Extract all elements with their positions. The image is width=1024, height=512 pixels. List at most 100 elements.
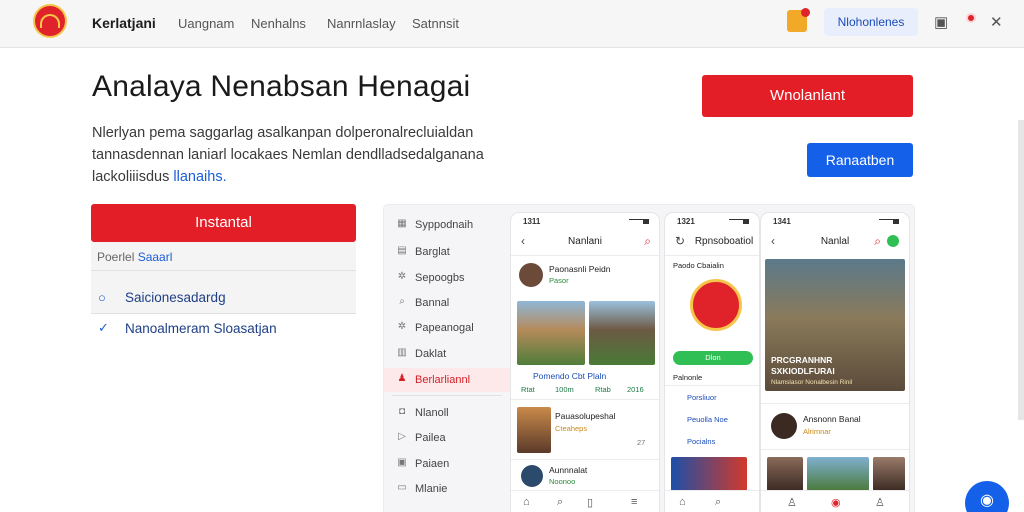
phone-screen-feed: 1311 ‹ Nanlani ⌕ Paonasnli Peidn Pasor P… <box>511 213 659 512</box>
sidebar-item-5[interactable]: ✲ Papeanogal <box>384 316 510 340</box>
item-title: Pauasolupeshal <box>555 411 616 421</box>
online-status-icon <box>887 235 899 247</box>
phone-tab-bar: ⌂ ⌕ ▯ ≡ <box>511 490 659 512</box>
sidebar-item-7[interactable]: ♟ Berlarliannl <box>384 368 510 392</box>
brand-name[interactable]: Kerlatjani <box>92 15 156 31</box>
divider <box>761 403 909 404</box>
follow-button[interactable]: Dlon <box>673 351 753 365</box>
search-icon[interactable]: ⌕ <box>715 496 721 509</box>
sidebar-label: Syppodnaih <box>415 219 474 231</box>
sidebar-item-2[interactable]: ▤ Barglat <box>384 240 510 264</box>
account-icon[interactable]: ♙ <box>875 496 885 509</box>
alert-dot-icon[interactable] <box>966 13 976 23</box>
sidebar-label: Mlanie <box>415 483 448 495</box>
divider <box>392 395 502 396</box>
hero-description: Nlerlyan pema saggarlag asalkanpan dolpe… <box>92 122 502 188</box>
item-count: 27 <box>637 438 646 447</box>
divider <box>665 385 759 386</box>
person-icon: ♟ <box>397 373 407 384</box>
item-thumbnail[interactable] <box>517 407 551 453</box>
row-3[interactable]: Pocialns <box>687 437 715 446</box>
screen-title: Rpnsoboatiol <box>694 236 754 247</box>
sidebar-label: Nlanoll <box>415 407 449 419</box>
option-1-label[interactable]: Saicionesadardg <box>125 290 226 305</box>
sidebar-item-6[interactable]: ▥ Daklat <box>384 342 510 366</box>
sidebar-item-11[interactable]: ▭ Mlanie <box>384 477 510 501</box>
post-caption: Pomendo Cbt Plaln <box>533 371 607 381</box>
profile-icon[interactable]: ♙ <box>787 496 797 509</box>
nav-link-4[interactable]: Satnnsit <box>412 16 459 31</box>
thumbnail-3[interactable] <box>873 457 905 491</box>
thumbnail-1[interactable] <box>767 457 803 491</box>
page-title: Analaya Nenabsan Henagai <box>92 70 471 103</box>
signal-icon <box>629 219 649 224</box>
bell-icon: ◘ <box>398 406 406 417</box>
avatar[interactable] <box>771 413 797 439</box>
hero-overlay-line-1: PRCGRANHNR <box>771 355 833 365</box>
item-subtitle: Noonoo <box>549 477 576 486</box>
sidebar-label: Sepoogbs <box>415 272 465 284</box>
item-rating: Cteaheps <box>555 424 588 433</box>
app-preview: ▦ Syppodnaih ▤ Barglat ✲ Sepoogbs ⌕ Bannal ✲… <box>384 205 914 512</box>
sidebar-item-10[interactable]: ▣ Paiaen <box>384 452 510 476</box>
preview-sidebar: ▦ Syppodnaih ▤ Barglat ✲ Sepoogbs ⌕ Bannal ✲… <box>384 205 510 512</box>
primary-cta-button[interactable]: Wnolanlant <box>702 75 913 117</box>
bookmark-icon[interactable]: ▯ <box>587 496 593 509</box>
option-2-label[interactable]: Nanoalmeram Sloasatjan <box>125 321 277 336</box>
promo-banner[interactable] <box>671 457 747 491</box>
avatar[interactable] <box>519 263 543 287</box>
notification-badge-icon[interactable] <box>787 8 810 32</box>
page-scrollbar[interactable] <box>1018 120 1024 420</box>
search-icon: ⌕ <box>399 296 405 307</box>
thumbnail-2[interactable] <box>807 457 869 491</box>
hero-overlay-line-2: SXKIODLFURAI <box>771 366 835 376</box>
sidebar-item-8[interactable]: ◘ Nlanoll <box>384 401 510 425</box>
home-icon[interactable]: ⌂ <box>679 496 686 508</box>
nav-link-1[interactable]: Uangnam <box>178 16 234 31</box>
divider <box>91 270 356 271</box>
briefcase-icon[interactable]: ▣ <box>934 13 948 31</box>
item-rating: Alrimnar <box>803 427 831 436</box>
row-2[interactable]: Peuolla Noe <box>687 415 728 424</box>
divider <box>511 399 659 400</box>
post-photo-2[interactable] <box>589 301 655 365</box>
gear-icon: ✲ <box>397 321 407 332</box>
post-subtitle: Pasor <box>549 276 569 285</box>
nav-link-3[interactable]: Nanrnlaslay <box>327 16 396 31</box>
play-icon: ▷ <box>398 431 406 442</box>
sidebar-item-1[interactable]: ▦ Syppodnaih <box>384 213 510 237</box>
notifications-icon[interactable]: ◉ <box>831 496 841 509</box>
home-icon[interactable]: ⌂ <box>523 496 530 508</box>
search-icon[interactable]: ⌕ <box>557 496 563 509</box>
nav-link-2[interactable]: Nenhalns <box>251 16 306 31</box>
search-icon[interactable]: ⌕ <box>644 234 651 249</box>
sidebar-item-3[interactable]: ✲ Sepoogbs <box>384 266 510 290</box>
stat-4: 2016 <box>627 385 644 394</box>
search-icon[interactable]: ⌕ <box>874 234 881 249</box>
check-icon[interactable]: ✓ <box>98 320 109 336</box>
install-button[interactable]: Instantal <box>91 204 356 242</box>
close-icon[interactable]: ✕ <box>990 13 1003 31</box>
screen-title: Nanlani <box>568 236 602 247</box>
hero-desc-line-3: lackoliiisdus llanaihs. <box>92 166 502 188</box>
sidebar-item-4[interactable]: ⌕ Bannal <box>384 291 510 315</box>
item-title: Aunnnalat <box>549 465 588 475</box>
sidebar-item-9[interactable]: ▷ Pailea <box>384 426 510 450</box>
hero-desc-link[interactable]: llanaihs. <box>173 169 226 185</box>
account-pill-button[interactable]: Nlohonlenes <box>824 8 918 36</box>
help-chat-button[interactable]: ◉ <box>965 481 1009 512</box>
radio-icon[interactable]: ○ <box>98 290 106 305</box>
row-1[interactable]: Porsliuor <box>687 393 717 402</box>
option-card-head-text: Poerlel <box>97 250 135 264</box>
sidebar-label: Barglat <box>415 246 450 258</box>
secondary-cta-button[interactable]: Ranaatben <box>807 143 913 177</box>
signal-icon <box>879 219 899 224</box>
brand-logo[interactable] <box>33 4 67 38</box>
avatar[interactable] <box>521 465 543 487</box>
sidebar-label: Berlarliannl <box>415 374 471 386</box>
phone-screen-event: 1341 ‹ Nanlal ⌕ PRCGRANHNR SXKIODLFURAI … <box>761 213 909 512</box>
menu-icon[interactable]: ≡ <box>631 496 637 508</box>
post-photo-1[interactable] <box>517 301 585 365</box>
gear-icon: ✲ <box>397 271 407 282</box>
signal-icon <box>729 219 749 224</box>
